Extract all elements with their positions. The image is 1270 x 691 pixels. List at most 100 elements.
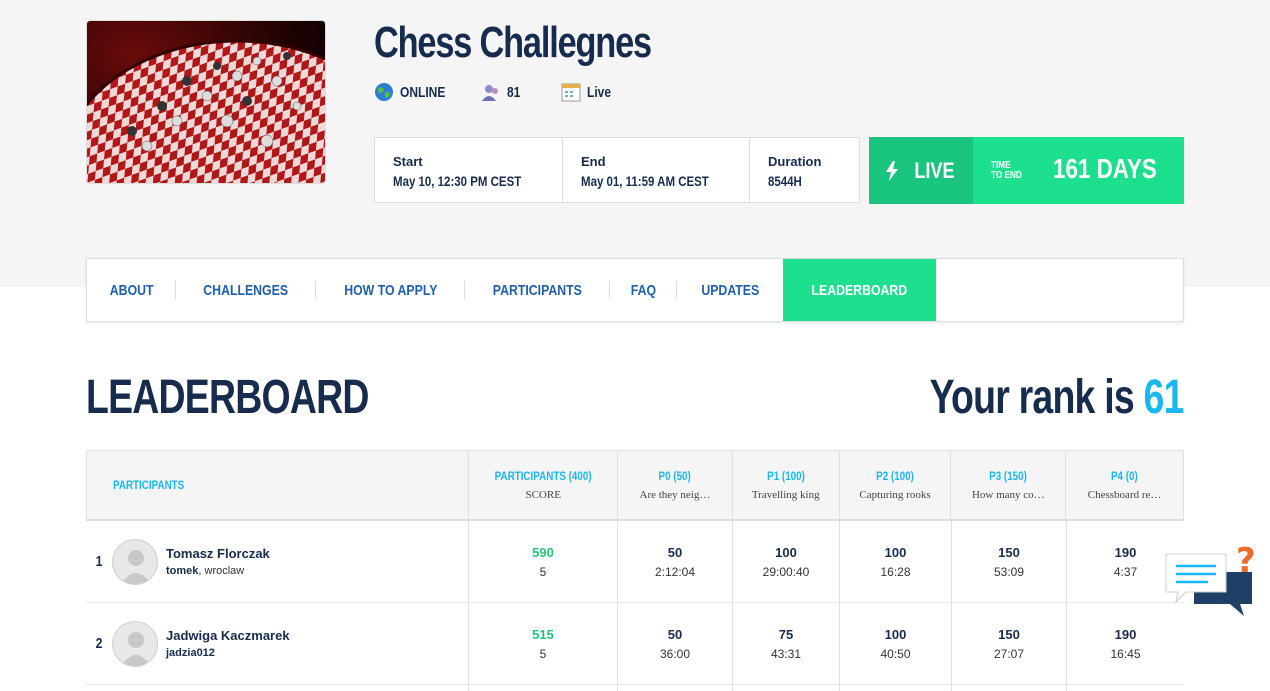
score-sub: 5 (539, 646, 547, 661)
col-header-p1[interactable]: P1 (100) Travelling king (733, 451, 840, 519)
avatar-placeholder-icon (121, 631, 151, 666)
col-header-label: PARTICIPANTS (400) (494, 469, 592, 483)
participant-name[interactable]: Tomasz Florczak (166, 546, 270, 561)
tab-participants[interactable]: PARTICIPANTS (465, 259, 610, 321)
tab-faq-label: FAQ (630, 281, 657, 299)
col-header-participants[interactable]: PARTICIPANTS (87, 451, 470, 519)
tab-participants-label: PARTICIPANTS (493, 281, 583, 299)
participant-name[interactable]: Jadwiga Kaczmarek (166, 628, 290, 643)
end-value: May 01, 11:59 AM CEST (581, 173, 709, 189)
points: 100 (775, 544, 797, 560)
score-value: 515 (532, 626, 554, 642)
duration-value: 8544H (768, 173, 802, 189)
time-to-end-line2: TO END (991, 170, 1022, 181)
rank-number: 2 (95, 635, 103, 652)
leaderboard-heading: LEADERBOARD (86, 371, 369, 424)
tab-challenges[interactable]: CHALLENGES (176, 259, 317, 321)
tab-faq[interactable]: FAQ (610, 259, 677, 321)
score-cell: 515 5 (469, 603, 618, 684)
p3-cell: 150 27:07 (952, 603, 1067, 684)
live-status-banner: LIVE TIME TO END 161 DAYS (869, 137, 1184, 204)
time: 16:28 (880, 564, 911, 579)
table-header: PARTICIPANTS PARTICIPANTS (400) SCORE P0… (86, 450, 1184, 521)
score-value: 590 (532, 544, 554, 560)
col-header-p4[interactable]: P4 (0) Chessboard re… (1066, 451, 1183, 519)
tab-how-to-apply[interactable]: HOW TO APPLY (316, 259, 466, 321)
col-header-sub: How many co… (971, 489, 1045, 501)
tab-updates[interactable]: UPDATES (677, 259, 784, 321)
col-header-p2[interactable]: P2 (100) Capturing rooks (840, 451, 952, 519)
participant-login: tomek (166, 565, 199, 577)
time: 2:12:04 (654, 564, 696, 579)
status-meta: ONLINE (374, 82, 457, 102)
col-header-label: P2 (100) (876, 469, 914, 483)
lightning-icon (885, 160, 898, 181)
mode-text: Live (587, 83, 612, 101)
points: 100 (884, 544, 907, 560)
time: 4:37 (1113, 564, 1138, 579)
challenge-title: Chess Challegnes (374, 18, 652, 67)
col-header-sub: Are they neig… (639, 489, 711, 501)
table-row[interactable]: 2 Jadwiga Kaczmarek jadzia012 515 5 50 3… (86, 603, 1184, 685)
points: 150 (998, 544, 1020, 560)
tab-challenges-label: CHALLENGES (203, 281, 289, 299)
rank-number: 1 (95, 553, 103, 570)
participant-cell: 2 Jadwiga Kaczmarek jadzia012 (86, 603, 469, 684)
tab-about[interactable]: ABOUT (87, 259, 177, 321)
col-header-p3[interactable]: P3 (150) How many co… (951, 451, 1067, 519)
tab-leaderboard[interactable]: LEADERBOARD (783, 259, 937, 321)
time: 27:07 (993, 646, 1025, 661)
tab-updates-label: UPDATES (701, 281, 759, 299)
participants-meta: 81 (481, 82, 524, 102)
mode-meta: Live (561, 82, 617, 102)
participant-login: jadzia012 (166, 647, 215, 659)
time: 43:31 (770, 646, 802, 661)
time-to-end-label: TIME TO END (991, 161, 1022, 204)
col-header-sub: Chessboard re… (1087, 489, 1162, 501)
participants-count: 81 (507, 83, 521, 101)
table-row-partial (86, 685, 1184, 691)
score-cell: 590 5 (469, 521, 618, 602)
p1-cell: 100 29:00:40 (733, 521, 840, 602)
score-sub: 5 (539, 564, 547, 579)
points: 150 (998, 626, 1020, 642)
tab-how-to-apply-label: HOW TO APPLY (343, 281, 438, 299)
table-row[interactable]: 1 Tomasz Florczak tomek, wroclaw 590 5 5… (86, 521, 1184, 603)
p2-cell: 100 40:50 (840, 603, 952, 684)
col-header-label: P1 (100) (766, 469, 805, 483)
cell (733, 685, 840, 691)
participant-login-city: jadzia012 (166, 647, 290, 659)
duration-cell: Duration 8544H (750, 138, 859, 202)
svg-text:?: ? (1236, 542, 1256, 581)
col-header-score[interactable]: PARTICIPANTS (400) SCORE (469, 451, 619, 519)
avatar[interactable] (112, 620, 158, 667)
participant-cell: 1 Tomasz Florczak tomek, wroclaw (86, 521, 469, 602)
p0-cell: 50 36:00 (618, 603, 733, 684)
start-value: May 10, 12:30 PM CEST (393, 173, 522, 189)
cell (618, 685, 733, 691)
cell (86, 685, 469, 691)
col-header-p0[interactable]: P0 (50) Are they neig… (618, 451, 733, 519)
time: 40:50 (880, 646, 911, 661)
points: 190 (1114, 626, 1137, 642)
calendar-icon (561, 82, 581, 102)
live-badge: LIVE (869, 137, 973, 204)
cell (840, 685, 952, 691)
participant-city: , wroclaw (198, 565, 245, 577)
status-text: ONLINE (400, 83, 446, 101)
col-header-sub: Capturing rooks (859, 489, 931, 501)
points: 100 (884, 626, 907, 642)
points: 50 (667, 626, 683, 642)
p0-cell: 50 2:12:04 (618, 521, 733, 602)
time: 36:00 (659, 646, 691, 661)
your-rank: Your rank is 61 (930, 370, 1185, 425)
challenge-thumbnail (86, 20, 326, 184)
start-cell: Start May 10, 12:30 PM CEST (375, 138, 563, 202)
avatar-placeholder-icon (121, 549, 151, 584)
avatar[interactable] (112, 538, 158, 585)
chat-help-icon[interactable]: ? (1164, 541, 1256, 618)
points: 50 (667, 544, 683, 560)
points: 190 (1114, 544, 1137, 560)
end-cell: End May 01, 11:59 AM CEST (563, 138, 750, 202)
col-header-label: PARTICIPANTS (113, 478, 185, 492)
